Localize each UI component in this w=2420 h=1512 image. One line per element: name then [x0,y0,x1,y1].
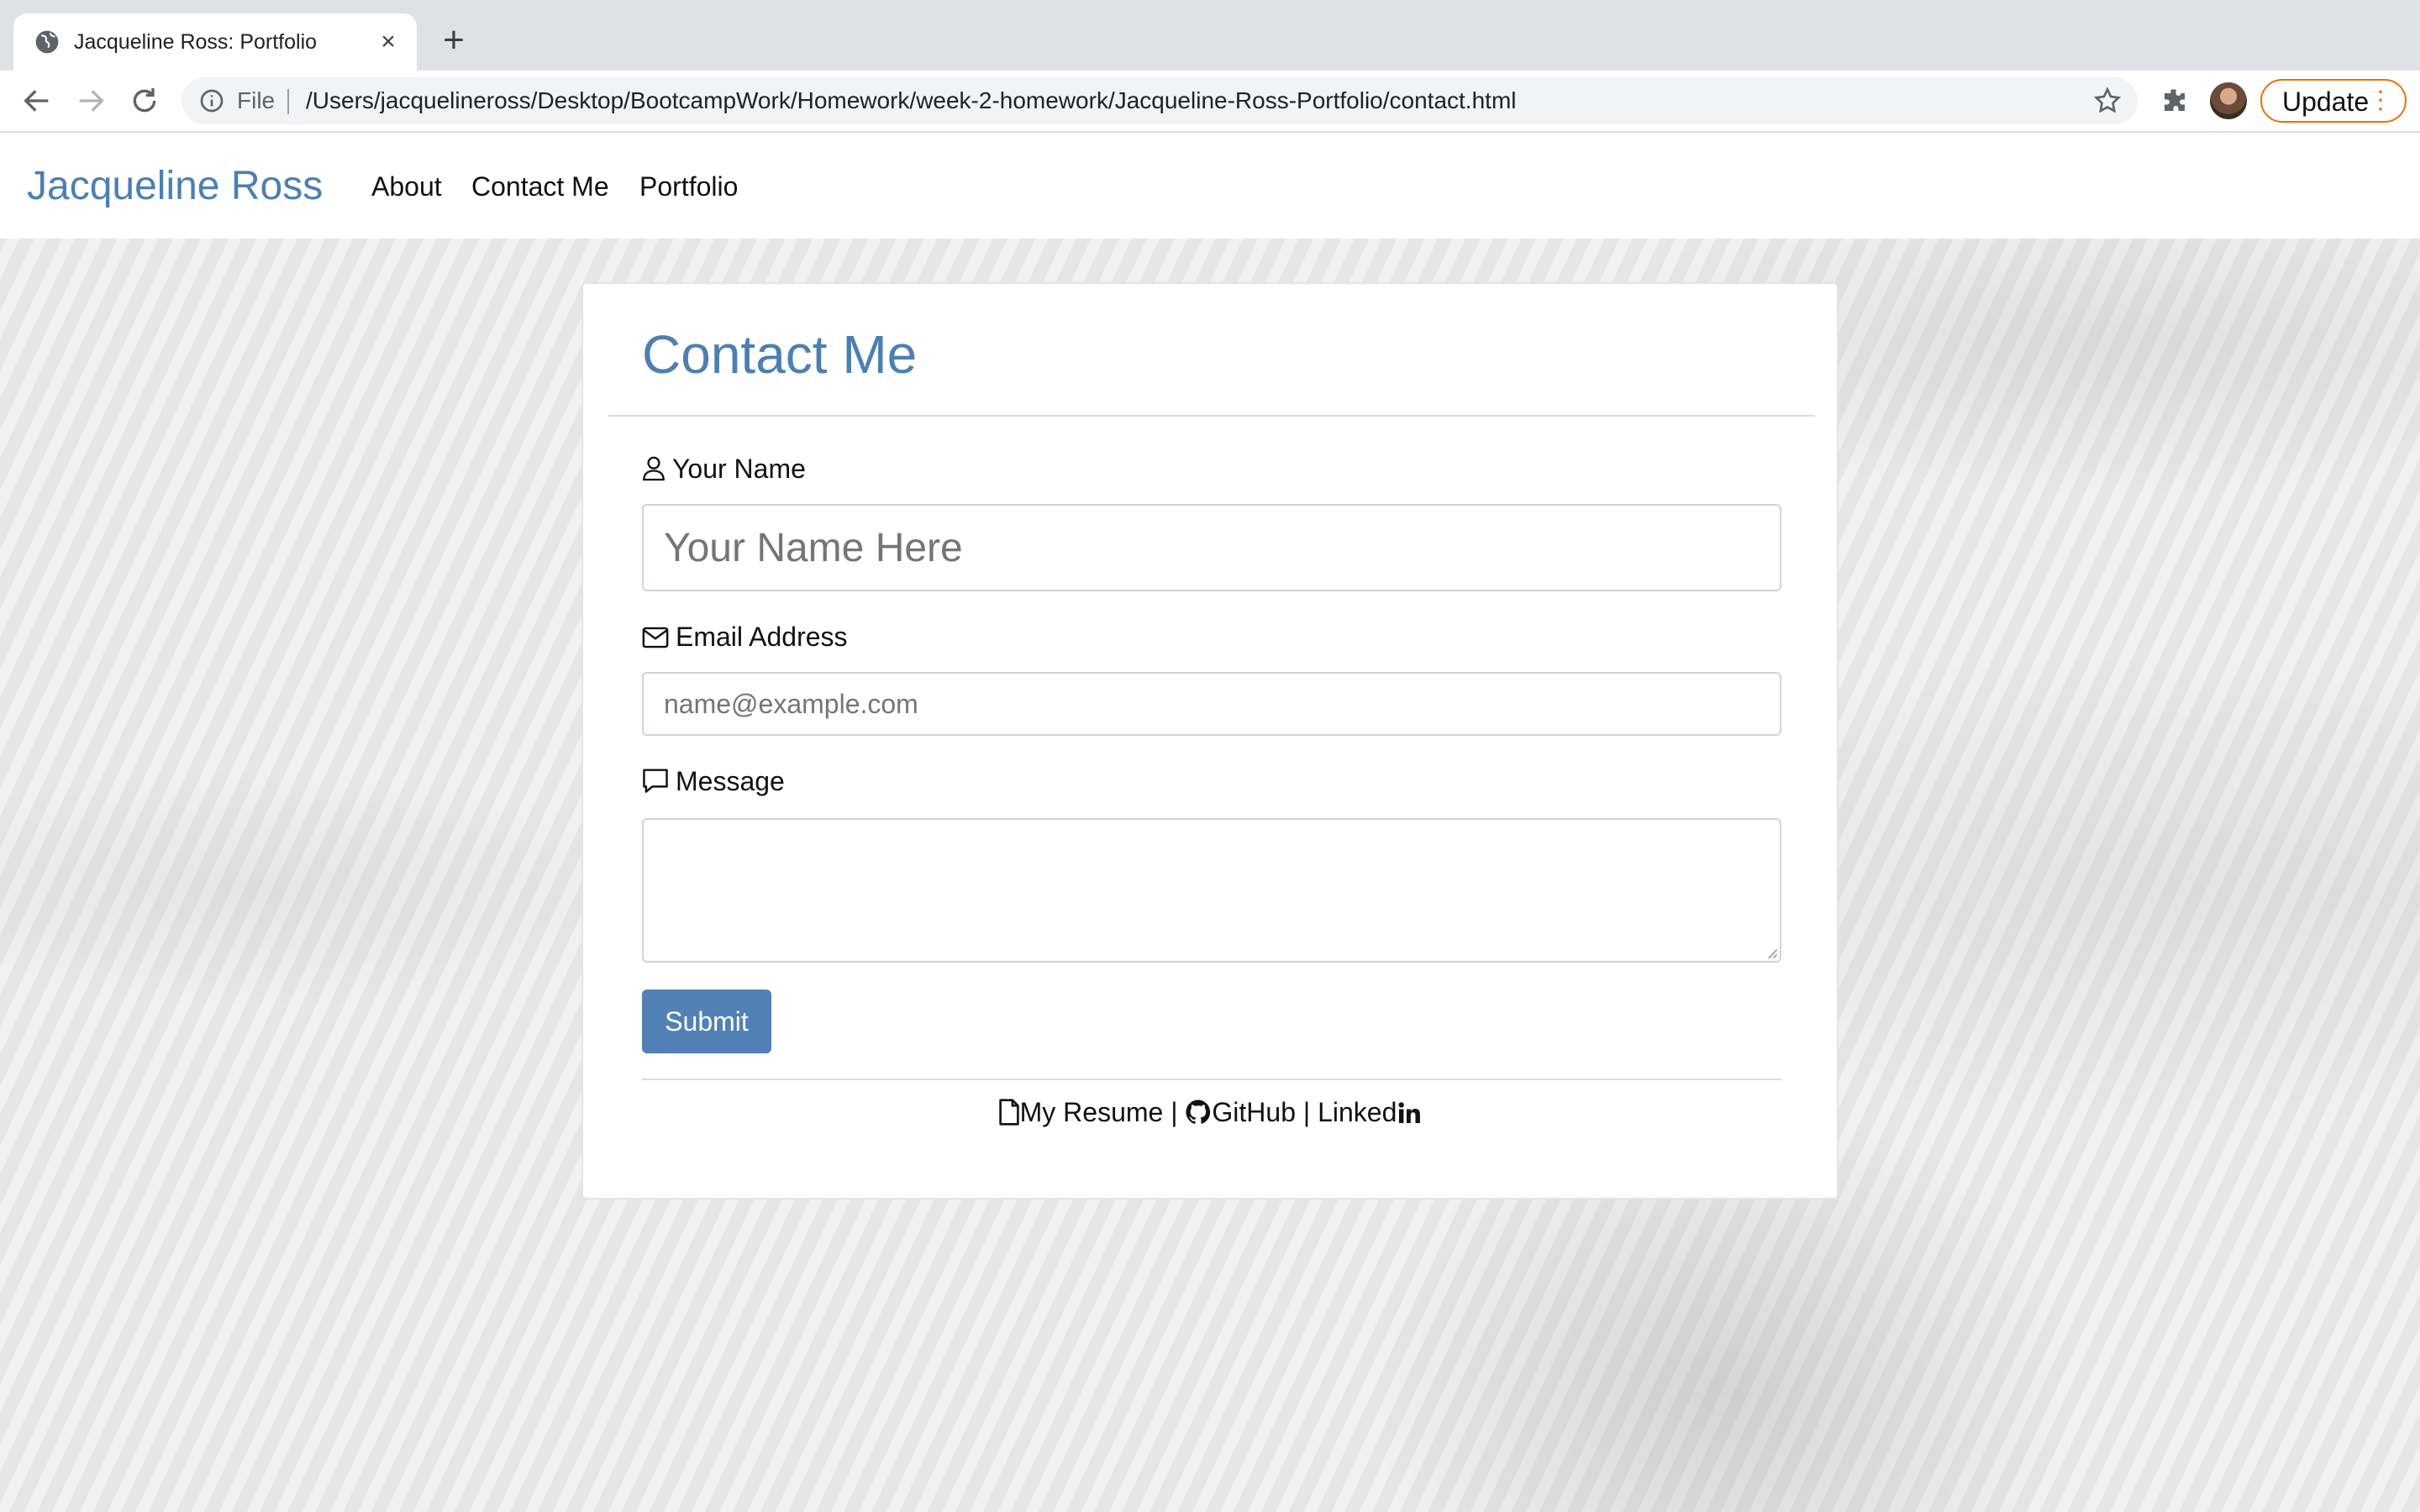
resume-link[interactable]: My Resume [1020,1097,1164,1127]
update-label: Update [2282,87,2370,117]
globe-icon [35,30,59,54]
nav-link-portfolio[interactable]: Portfolio [639,170,738,203]
name-label: Your Name [642,452,806,486]
forward-arrow-icon[interactable] [74,84,108,118]
close-tab-icon[interactable]: × [373,27,403,57]
bookmark-star-icon[interactable] [2092,86,2123,116]
resize-grip-icon[interactable] [1766,948,1778,959]
reload-icon[interactable] [128,84,161,118]
browser-tab-strip: Jacqueline Ross: Portfolio × + [0,0,2420,71]
contact-card: Contact Me Your Name Email Address Messa… [581,282,1839,1200]
card-footer: My Resume | GitHub | Linked [583,1095,1837,1129]
page-title: Contact Me [642,324,918,385]
message-label: Message [642,764,785,798]
file-icon [998,1099,1019,1126]
new-tab-icon[interactable]: + [435,22,472,60]
tab-title: Jacqueline Ross: Portfolio [74,30,318,54]
footer-separator-2: | [1302,1097,1311,1127]
github-icon [1186,1100,1211,1124]
update-button[interactable]: Update ⋮ [2260,79,2407,123]
message-label-text: Message [676,766,785,796]
submit-button[interactable]: Submit [642,990,771,1053]
browser-toolbar: File /Users/jacquelineross/Desktop/Bootc… [0,71,2420,133]
person-icon [643,456,665,481]
envelope-icon [642,627,669,648]
profile-avatar[interactable] [2210,82,2247,119]
email-input[interactable] [642,672,1781,736]
footer-separator: | [1171,1097,1178,1127]
extensions-puzzle-icon[interactable] [2160,86,2190,116]
name-input[interactable] [642,504,1781,591]
name-label-text: Your Name [672,454,806,484]
url-text[interactable]: /Users/jacquelineross/Desktop/BootcampWo… [306,86,1516,116]
page-background: Jacqueline Ross About Contact Me Portfol… [0,133,2420,1512]
email-label-text: Email Address [676,622,848,652]
message-textarea[interactable] [642,818,1781,963]
site-navbar: Jacqueline Ross About Contact Me Portfol… [0,133,2420,239]
address-bar[interactable]: File /Users/jacquelineross/Desktop/Bootc… [182,77,2138,124]
github-link[interactable]: GitHub [1212,1097,1296,1127]
info-icon[interactable] [198,87,225,114]
linkedin-link-text: Linked [1318,1097,1397,1127]
nav-link-contact[interactable]: Contact Me [471,170,609,203]
email-label: Email Address [642,620,848,654]
footer-divider [642,1079,1781,1080]
chat-bubble-icon [643,769,668,793]
scheme-label: File [237,87,276,113]
linkedin-link[interactable]: Linked [1318,1097,1422,1127]
more-menu-icon[interactable]: ⋮ [2368,87,2393,114]
back-arrow-icon[interactable] [20,84,54,118]
linkedin-in-icon [1398,1102,1421,1123]
nav-link-about[interactable]: About [371,170,442,203]
title-divider [608,415,1815,417]
omnibox-divider [287,89,289,114]
brand-link[interactable]: Jacqueline Ross [27,163,323,210]
browser-tab[interactable]: Jacqueline Ross: Portfolio × [13,13,417,71]
